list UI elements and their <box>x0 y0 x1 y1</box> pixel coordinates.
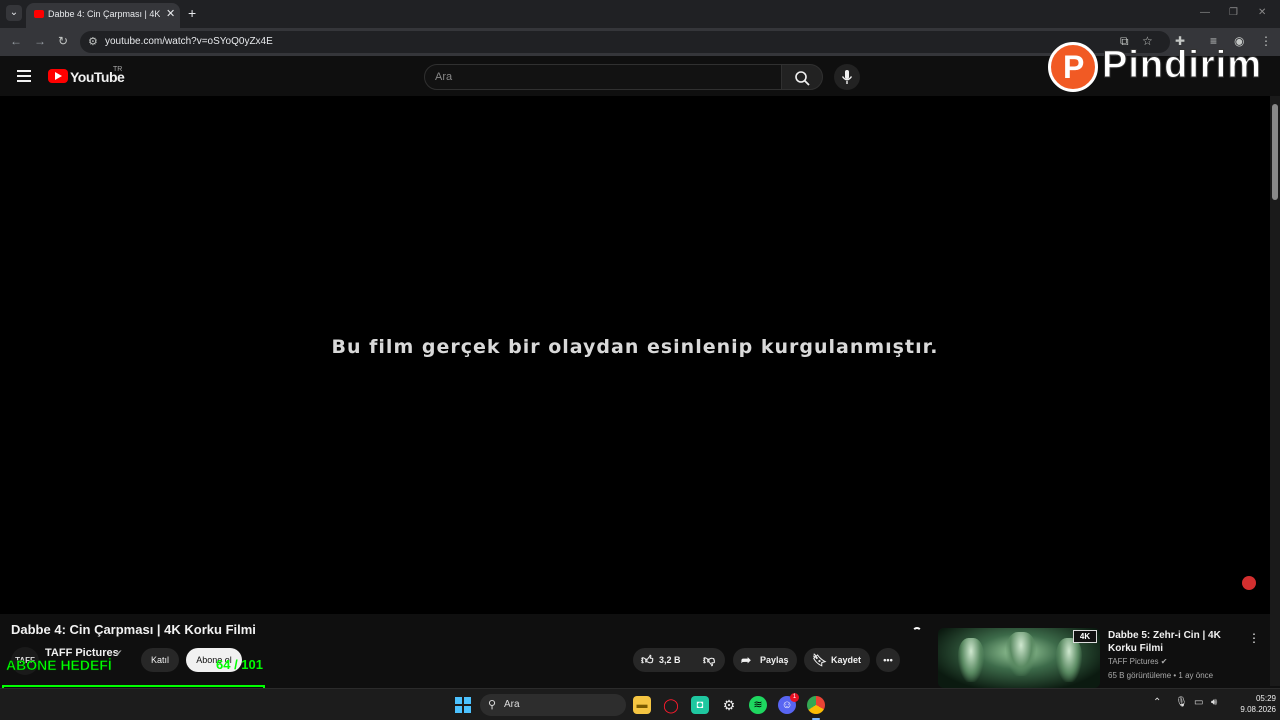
tab-close-icon[interactable]: ✕ <box>166 7 175 20</box>
windows-start-icon[interactable] <box>455 697 471 713</box>
reload-icon[interactable]: ↻ <box>58 34 68 48</box>
discord-notification-badge: 1 <box>790 693 799 702</box>
pindirim-text: Pindirim <box>1101 44 1263 87</box>
page-scrollbar[interactable] <box>1270 96 1280 686</box>
tab-title: Dabbe 4: Cin Çarpması | 4K Korku Filmi -… <box>48 9 160 19</box>
related-more-icon[interactable]: ⋮ <box>1248 631 1260 645</box>
dislike-button[interactable]: 👎︎ <box>695 648 725 672</box>
video-title: Dabbe 4: Cin Çarpması | 4K Korku Filmi <box>11 622 256 637</box>
thumbs-up-icon: 👍︎ <box>641 653 654 667</box>
channel-watermark-icon[interactable] <box>1242 576 1256 590</box>
file-explorer-icon[interactable]: ▬ <box>633 696 651 714</box>
browser-tab-strip: ⌄ Dabbe 4: Cin Çarpması | 4K Korku Filmi… <box>0 0 1280 28</box>
pindirim-watermark: P Pindirim <box>1046 40 1276 96</box>
loading-spinner-icon <box>912 627 922 637</box>
guide-menu-icon[interactable] <box>17 70 31 82</box>
search-button[interactable] <box>781 64 823 90</box>
search-icon <box>795 71 810 86</box>
site-info-icon[interactable]: ⚙ <box>88 35 98 48</box>
microphone-icon <box>841 70 853 84</box>
subscriber-goal-label: ABONE HEDEFİ <box>6 657 112 674</box>
restore-icon[interactable]: ❐ <box>1229 7 1238 18</box>
forward-arrow-icon[interactable]: → <box>34 34 46 48</box>
window-close-icon[interactable]: ✕ <box>1258 7 1266 18</box>
more-horizontal-icon: ••• <box>883 655 893 665</box>
chrome-icon[interactable] <box>807 696 825 714</box>
new-tab-button[interactable]: + <box>188 5 196 21</box>
subscriber-goal-count: 64 / 101 <box>216 657 263 672</box>
save-button[interactable]: 🔖︎ Kaydet <box>804 648 870 672</box>
related-video-channel[interactable]: TAFF Pictures ✔ <box>1108 657 1167 666</box>
windows-taskbar: ⚲ Ara ▬ ◯ ◘ ⚙ ≋ ☺ 1 ⌃ 🎙︎ ▭ 🔊︎ 05:29 9.08… <box>0 688 1280 720</box>
taskbar-search[interactable]: ⚲ Ara <box>480 694 626 716</box>
tab-search-chevron-icon[interactable]: ⌄ <box>6 5 22 21</box>
thumbnail-figure <box>1056 638 1082 682</box>
network-icon[interactable]: ▭ <box>1194 697 1203 708</box>
steam-icon[interactable]: ⚙ <box>720 696 738 714</box>
share-label: Paylaş <box>760 655 789 665</box>
like-count: 3,2 B <box>659 655 681 665</box>
video-subtitle: Bu film gerçek bir olaydan esinlenip kur… <box>331 336 939 358</box>
minimize-icon[interactable]: — <box>1200 7 1210 18</box>
volume-icon[interactable]: 🔊︎ <box>1211 697 1217 708</box>
thumbnail-figure <box>1006 632 1036 676</box>
spotify-icon[interactable]: ≋ <box>749 696 767 714</box>
youtube-favicon-icon <box>34 10 44 18</box>
address-bar[interactable]: ⚙ youtube.com/watch?v=oSYoQ0yZx4E <box>80 31 1170 53</box>
thumbs-down-icon: 👎︎ <box>703 653 716 667</box>
browser-tab[interactable]: Dabbe 4: Cin Çarpması | 4K Korku Filmi -… <box>26 3 180 28</box>
clock-date[interactable]: 9.08.2026 <box>1226 705 1276 714</box>
save-label: Kaydet <box>831 655 862 665</box>
related-video-title[interactable]: Dabbe 5: Zehr-i Cin | 4K Korku Filmi <box>1108 629 1238 655</box>
url-text[interactable]: youtube.com/watch?v=oSYoQ0yZx4E <box>105 36 273 47</box>
youtube-logo-icon[interactable] <box>48 69 68 83</box>
search-icon: ⚲ <box>488 699 497 711</box>
thumbnail-figure <box>958 638 984 682</box>
4k-badge: 4K <box>1073 630 1097 643</box>
tray-chevron-up-icon[interactable]: ⌃ <box>1153 697 1161 708</box>
share-button[interactable]: ➦ Paylaş <box>733 648 797 672</box>
clock-time[interactable]: 05:29 <box>1236 694 1276 703</box>
verified-check-icon: ✔ <box>115 648 123 658</box>
search-placeholder: Ara <box>435 71 453 83</box>
video-player[interactable]: Bu film gerçek bir olaydan esinlenip kur… <box>0 96 1270 614</box>
voice-search-button[interactable] <box>834 64 860 90</box>
search-input[interactable]: Ara <box>424 64 782 90</box>
whatsapp-icon[interactable]: ◘ <box>691 696 709 714</box>
scrollbar-thumb[interactable] <box>1272 104 1278 200</box>
more-actions-button[interactable]: ••• <box>876 648 900 672</box>
share-arrow-icon: ➦ <box>741 653 752 667</box>
back-arrow-icon[interactable]: ← <box>10 34 22 48</box>
related-video-meta: 65 B görüntüleme • 1 ay önce <box>1108 671 1214 680</box>
related-channel-name: TAFF Pictures <box>1108 657 1159 666</box>
microphone-tray-icon[interactable]: 🎙︎ <box>1175 697 1188 708</box>
country-code: TR <box>113 66 123 73</box>
like-button[interactable]: 👍︎ 3,2 B <box>633 648 693 672</box>
pindirim-badge-icon: P <box>1048 42 1098 92</box>
verified-check-icon: ✔ <box>1160 657 1168 666</box>
bookmark-icon: 🔖︎ <box>812 653 828 667</box>
taskbar-search-label: Ara <box>504 699 520 710</box>
opera-icon[interactable]: ◯ <box>662 696 680 714</box>
join-button[interactable]: Katıl <box>141 648 179 672</box>
pindirim-letter: P <box>1063 49 1085 85</box>
like-dislike-group: 👍︎ 3,2 B 👎︎ <box>633 648 725 672</box>
